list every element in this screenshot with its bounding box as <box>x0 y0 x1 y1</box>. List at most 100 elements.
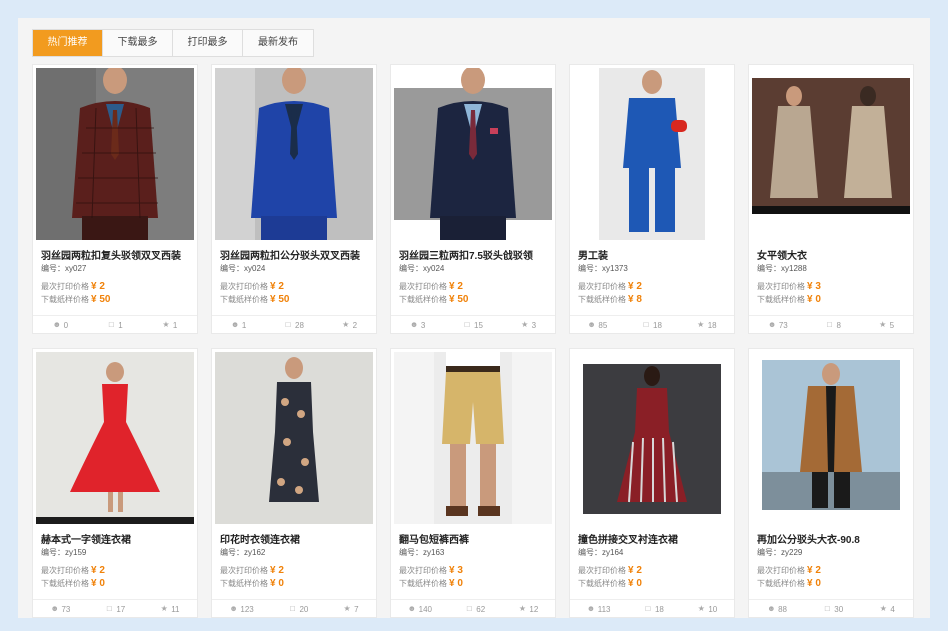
product-card[interactable]: 再加公分驳头大衣-90.8 编号：zy229 最次打印价格 ¥ 2 下载纸样价格 ¥… <box>748 348 914 618</box>
product-card[interactable]: 羽丝园两粒扣公分驳头双叉西装 编号：xy024 最次打印价格 ¥ 2 下载纸样价格… <box>211 64 377 334</box>
product-image[interactable] <box>394 352 552 524</box>
download-price: ¥ 8 <box>628 294 642 305</box>
product-image[interactable] <box>215 352 373 524</box>
likes-stat[interactable]: ★ 2 <box>342 321 357 330</box>
product-card[interactable]: 羽丝园三粒两扣7.5驳头戗驳领 编号：xy024 最次打印价格 ¥ 2 下载纸样价… <box>390 64 556 334</box>
views-count: 1 <box>241 320 247 330</box>
comments-stat[interactable]: □ 18 <box>644 605 664 614</box>
product-card[interactable]: 翻马包短裤西裤 编号：zy163 最次打印价格 ¥ 3 下载纸样价格 ¥ 0 ☻ 1… <box>390 348 556 618</box>
comments-stat[interactable]: □ 1 <box>107 321 123 330</box>
download-price: ¥ 50 <box>91 294 111 305</box>
print-price: ¥ 2 <box>628 565 642 576</box>
likes-stat[interactable]: ★ 12 <box>518 605 539 614</box>
download-price-row: 下载纸样价格 ¥ 50 <box>399 294 468 305</box>
download-price-row: 下载纸样价格 ¥ 0 <box>757 578 821 589</box>
user-icon: ☻ <box>230 320 240 329</box>
star-icon: ★ <box>697 320 705 329</box>
print-price: ¥ 2 <box>270 281 284 292</box>
comments-stat[interactable]: □ 17 <box>105 605 125 614</box>
product-title[interactable]: 羽丝园两粒扣公分驳头双叉西装 <box>220 247 370 262</box>
download-price: ¥ 50 <box>270 294 290 305</box>
download-price-row: 下载纸样价格 ¥ 0 <box>757 294 821 305</box>
product-code: 编号：zy164 <box>578 548 624 557</box>
product-title[interactable]: 再加公分驳头大衣-90.8 <box>757 531 907 546</box>
product-image[interactable] <box>752 352 910 524</box>
comments-stat[interactable]: □ 20 <box>288 605 308 614</box>
product-title[interactable]: 印花时衣领连衣裙 <box>220 531 370 546</box>
comments-stat[interactable]: □ 8 <box>825 320 841 330</box>
product-image[interactable] <box>573 68 731 240</box>
download-price: ¥ 0 <box>91 578 105 589</box>
product-image[interactable] <box>752 68 910 240</box>
tab-most-downloaded[interactable]: 下载最多 <box>103 30 173 56</box>
likes-stat[interactable]: ★ 3 <box>521 321 536 330</box>
card-stats: ☻ 123 □ 20 ★ 7 <box>212 599 376 618</box>
likes-count: 2 <box>352 320 358 330</box>
print-price: ¥ 2 <box>449 281 463 292</box>
print-price: ¥ 2 <box>91 565 105 576</box>
comments-stat[interactable]: □ 62 <box>465 605 485 614</box>
user-icon: ☻ <box>50 604 59 613</box>
product-title[interactable]: 羽丝园三粒两扣7.5驳头戗驳领 <box>399 247 549 262</box>
likes-stat[interactable]: ★ 18 <box>697 321 717 330</box>
product-card[interactable]: 撞色拼接交叉衬连衣裙 编号：zy164 最次打印价格 ¥ 2 下载纸样价格 ¥ 0 … <box>569 348 735 618</box>
product-title[interactable]: 女平领大衣 <box>757 247 907 262</box>
views-count: 3 <box>420 320 426 330</box>
tab-most-printed[interactable]: 打印最多 <box>173 30 243 56</box>
download-price-row: 下载纸样价格 ¥ 0 <box>578 578 642 589</box>
comment-icon: □ <box>464 320 470 329</box>
product-image[interactable] <box>394 68 552 240</box>
download-price: ¥ 0 <box>628 578 642 589</box>
print-price-row: 最次打印价格 ¥ 2 <box>578 565 642 576</box>
comments-stat[interactable]: □ 15 <box>463 321 483 330</box>
print-price-label: 最次打印价格 <box>578 566 626 575</box>
user-icon: ☻ <box>767 320 777 329</box>
download-price-row: 下载纸样价格 ¥ 0 <box>399 578 463 589</box>
product-title[interactable]: 羽丝园两粒扣复头驳领双叉西装 <box>41 247 191 262</box>
download-price-row: 下载纸样价格 ¥ 50 <box>220 294 289 305</box>
product-image[interactable] <box>36 68 194 240</box>
comments-stat[interactable]: □ 18 <box>642 321 662 330</box>
likes-count: 3 <box>531 320 537 330</box>
print-price-row: 最次打印价格 ¥ 2 <box>757 565 821 576</box>
download-price-label: 下载纸样价格 <box>399 295 447 304</box>
product-title[interactable]: 翻马包短裤西裤 <box>399 531 549 546</box>
comments-count: 17 <box>116 604 126 614</box>
comments-count: 15 <box>474 320 483 330</box>
download-price-label: 下载纸样价格 <box>757 579 805 588</box>
star-icon: ★ <box>879 320 887 329</box>
product-image[interactable] <box>215 68 373 240</box>
product-title[interactable]: 男工装 <box>578 247 728 262</box>
comments-count: 18 <box>653 320 662 330</box>
views-stat: ☻ 85 <box>587 321 607 330</box>
print-price-label: 最次打印价格 <box>757 566 805 575</box>
likes-stat[interactable]: ★ 10 <box>697 604 718 614</box>
product-title[interactable]: 赫本式一字领连衣裙 <box>41 531 191 546</box>
product-image[interactable] <box>573 352 731 524</box>
download-price-row: 下载纸样价格 ¥ 0 <box>41 578 105 589</box>
product-card[interactable]: 男工装 编号：xy1373 最次打印价格 ¥ 2 下载纸样价格 ¥ 8 ☻ 85 □… <box>569 64 735 334</box>
likes-stat[interactable]: ★ 4 <box>879 605 895 614</box>
product-title[interactable]: 撞色拼接交叉衬连衣裙 <box>578 531 728 546</box>
star-icon: ★ <box>697 604 705 613</box>
likes-stat[interactable]: ★ 11 <box>160 605 180 614</box>
tab-latest[interactable]: 最新发布 <box>243 30 313 56</box>
comments-count: 18 <box>654 604 664 614</box>
likes-stat[interactable]: ★ 7 <box>343 605 359 614</box>
likes-stat[interactable]: ★ 1 <box>162 321 177 330</box>
product-card[interactable]: 印花时衣领连衣裙 编号：zy162 最次打印价格 ¥ 2 下载纸样价格 ¥ 0 ☻ … <box>211 348 377 618</box>
product-card[interactable]: 羽丝园两粒扣复头驳领双叉西装 编号：xy027 最次打印价格 ¥ 2 下载纸样价格… <box>32 64 198 334</box>
product-image[interactable] <box>36 352 194 524</box>
comments-count: 8 <box>836 320 841 330</box>
print-price-label: 最次打印价格 <box>399 566 447 575</box>
likes-stat[interactable]: ★ 5 <box>879 321 894 330</box>
comments-stat[interactable]: □ 28 <box>284 321 304 330</box>
tab-hot[interactable]: 热门推荐 <box>33 30 103 56</box>
print-price-label: 最次打印价格 <box>41 282 89 291</box>
product-card[interactable]: 女平领大衣 编号：xy1288 最次打印价格 ¥ 3 下载纸样价格 ¥ 0 ☻ 73… <box>748 64 914 334</box>
comments-stat[interactable]: □ 30 <box>823 605 843 614</box>
views-count: 73 <box>61 604 71 614</box>
product-card[interactable]: 赫本式一字领连衣裙 编号：zy159 最次打印价格 ¥ 2 下载纸样价格 ¥ 0 ☻… <box>32 348 198 618</box>
likes-count: 18 <box>707 320 717 330</box>
download-price-label: 下载纸样价格 <box>578 579 626 588</box>
